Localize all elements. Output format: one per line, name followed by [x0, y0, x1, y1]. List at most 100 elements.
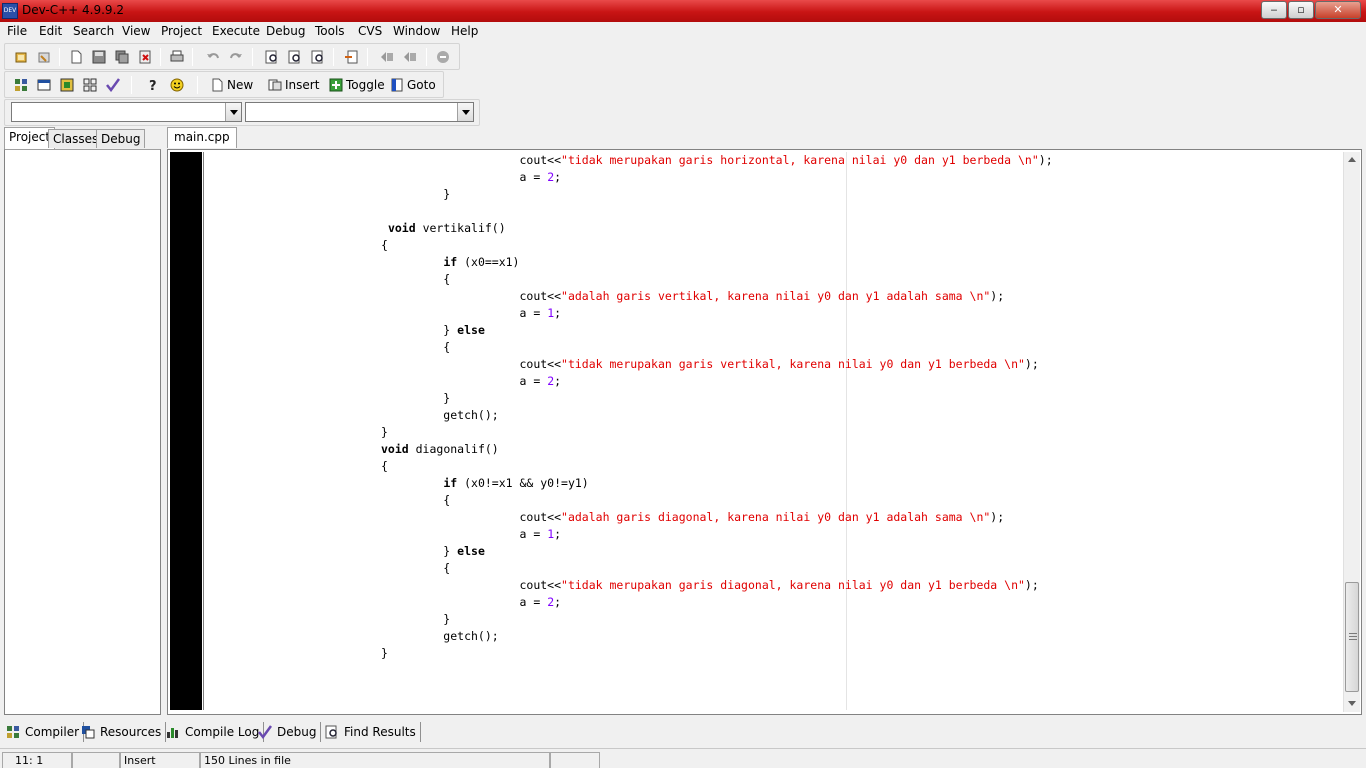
code-line[interactable]: getch(); [381, 407, 498, 424]
code-editor[interactable]: cout<<"tidak merupakan garis horizontal,… [167, 149, 1362, 715]
tab-main-cpp[interactable]: main.cpp [167, 127, 237, 148]
indent-right-button[interactable] [400, 47, 420, 67]
code-line[interactable]: } else [381, 543, 485, 560]
code-line[interactable]: { [381, 458, 388, 475]
code-line[interactable]: } [381, 424, 388, 441]
code-line[interactable]: } else [381, 322, 485, 339]
new-button[interactable]: New [208, 75, 255, 95]
tab-compile-log[interactable]: Compile Log [166, 722, 265, 742]
find-next-button[interactable] [308, 47, 328, 67]
code-line[interactable]: { [381, 492, 450, 509]
member-combo[interactable] [245, 102, 474, 122]
code-line[interactable]: getch(); [381, 628, 498, 645]
class-combo[interactable] [11, 102, 242, 122]
goto-line-button[interactable] [341, 47, 361, 67]
new-file-button[interactable] [66, 47, 86, 67]
menu-edit[interactable]: Edit [39, 24, 62, 38]
rebuild-all-button[interactable] [80, 75, 100, 95]
code-line[interactable]: a = 1; [381, 305, 561, 322]
redo-button[interactable] [226, 47, 246, 67]
menu-debug[interactable]: Debug [266, 24, 305, 38]
insert-button[interactable]: Insert [266, 75, 321, 95]
code-line[interactable]: a = 2; [381, 373, 561, 390]
code-line[interactable]: } [381, 390, 450, 407]
code-line[interactable]: } [381, 611, 450, 628]
tab-debug[interactable]: Debug [96, 129, 146, 148]
help-button[interactable]: ? [143, 75, 163, 95]
compile-button[interactable] [11, 75, 31, 95]
code-line[interactable]: if (x0!=x1 && y0!=y1) [381, 475, 588, 492]
reopen-button[interactable] [34, 47, 54, 67]
code-line[interactable]: if (x0==x1) [381, 254, 519, 271]
separator [252, 48, 253, 66]
menu-cvs[interactable]: CVS [358, 24, 382, 38]
code-line[interactable]: cout<<"adalah garis vertikal, karena nil… [381, 288, 1004, 305]
tab-compiler[interactable]: Compiler [6, 722, 85, 742]
stop-button[interactable] [433, 47, 453, 67]
code-line[interactable]: { [381, 237, 388, 254]
close-button[interactable]: ✕ [1315, 1, 1361, 19]
menu-help[interactable]: Help [451, 24, 478, 38]
menu-view[interactable]: View [122, 24, 150, 38]
goto-bookmark-button[interactable]: Goto [388, 75, 438, 95]
toggle-bookmark-button[interactable]: Toggle [327, 75, 387, 95]
code-token: else [457, 323, 485, 337]
menu-execute[interactable]: Execute [212, 24, 260, 38]
code-token: a = [519, 595, 548, 609]
about-button[interactable] [167, 75, 187, 95]
save-all-button[interactable] [112, 47, 132, 67]
maximize-button[interactable]: ▫ [1288, 1, 1314, 19]
scroll-thumb[interactable] [1345, 582, 1359, 692]
menu-window[interactable]: Window [393, 24, 440, 38]
code-line[interactable]: { [381, 560, 450, 577]
title-bar[interactable]: DEV Dev-C++ 4.9.9.2 ‒ ▫ ✕ [0, 0, 1366, 22]
vertical-scrollbar[interactable] [1343, 152, 1360, 712]
code-line[interactable]: } [381, 645, 388, 662]
scroll-down-icon[interactable] [1344, 695, 1360, 711]
menu-project[interactable]: Project [161, 24, 202, 38]
code-line[interactable]: a = 2; [381, 594, 561, 611]
open-project-button[interactable] [11, 47, 31, 67]
project-tree-panel[interactable] [4, 149, 161, 715]
edit-mode: Insert [120, 752, 200, 768]
code-line[interactable]: cout<<"adalah garis diagonal, karena nil… [381, 509, 1004, 526]
code-line[interactable]: a = 2; [381, 169, 561, 186]
code-line[interactable]: void vertikalif() [381, 220, 506, 237]
code-line[interactable]: { [381, 271, 450, 288]
editor-gutter[interactable] [170, 152, 202, 710]
status-spacer [72, 752, 120, 768]
tab-classes[interactable]: Classes [48, 129, 104, 148]
save-button[interactable] [89, 47, 109, 67]
minimize-button[interactable]: ‒ [1261, 1, 1287, 19]
find-button[interactable] [262, 47, 282, 67]
compiler-grid-icon [7, 726, 19, 738]
gutter-divider [203, 152, 204, 710]
debug-tab-label: Debug [277, 725, 317, 739]
chevron-down-icon[interactable] [457, 103, 473, 121]
print-button[interactable] [167, 47, 187, 67]
syntax-check-button[interactable] [103, 75, 123, 95]
compile-run-button[interactable] [57, 75, 77, 95]
chevron-down-icon[interactable] [225, 103, 241, 121]
code-line[interactable]: void diagonalif() [381, 441, 499, 458]
indent-left-button[interactable] [377, 47, 397, 67]
tab-debug-output[interactable]: Debug [258, 722, 322, 742]
code-line[interactable]: cout<<"tidak merupakan garis vertikal, k… [381, 356, 1038, 373]
run-button[interactable] [34, 75, 54, 95]
code-line[interactable]: cout<<"tidak merupakan garis diagonal, k… [381, 577, 1038, 594]
code-line[interactable]: cout<<"tidak merupakan garis horizontal,… [381, 152, 1052, 169]
menu-search[interactable]: Search [73, 24, 114, 38]
menu-file[interactable]: File [7, 24, 27, 38]
tab-resources[interactable]: Resources [81, 722, 167, 742]
scroll-up-icon[interactable] [1344, 152, 1360, 168]
code-line[interactable]: { [381, 339, 450, 356]
undo-button[interactable] [203, 47, 223, 67]
tab-find-results[interactable]: Find Results [325, 722, 421, 742]
code-line[interactable]: a = 1; [381, 526, 561, 543]
replace-button[interactable] [285, 47, 305, 67]
close-file-button[interactable] [135, 47, 155, 67]
menu-tools[interactable]: Tools [315, 24, 345, 38]
goto-label: Goto [407, 78, 436, 92]
code-line[interactable]: } [381, 186, 450, 203]
